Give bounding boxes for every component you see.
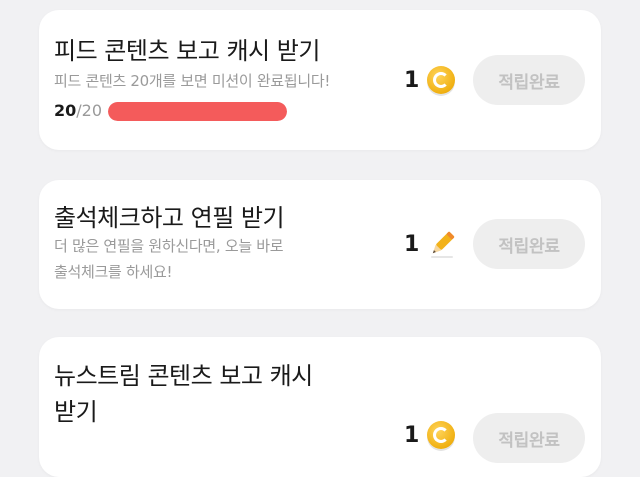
mission-title: 피드 콘텐츠 보고 캐시 받기 [54, 37, 320, 65]
mission-title-line2: 받기 [54, 398, 98, 426]
coin-icon [427, 421, 456, 449]
reward: 1 [404, 66, 456, 94]
mission-description: 피드 콘텐츠 20개를 보면 미션이 완료됩니다! [54, 72, 331, 90]
reward-count: 1 [404, 422, 420, 448]
mission-card-feed: 피드 콘텐츠 보고 캐시 받기 피드 콘텐츠 20개를 보면 미션이 완료됩니다… [39, 10, 601, 150]
mission-card-attendance: 출석체크하고 연필 받기 더 많은 연필을 원하신다면, 오늘 바로 출석체크를… [39, 180, 601, 309]
reward: 1 [404, 229, 457, 259]
mission-progress: 20 / 20 [54, 101, 288, 121]
mission-card-newsstream: 뉴스트림 콘텐츠 보고 캐시 받기 1 적립완료 [39, 337, 601, 477]
progress-current: 20 [54, 101, 77, 120]
mission-title-line1: 뉴스트림 콘텐츠 보고 캐시 [54, 362, 313, 390]
mission-title: 출석체크하고 연필 받기 [54, 204, 285, 232]
pencil-icon [431, 231, 455, 258]
reward-count: 1 [404, 67, 420, 93]
progress-bar [108, 101, 288, 121]
mission-description-line2: 출석체크를 하세요! [54, 263, 173, 281]
reward: 1 [404, 421, 456, 449]
reward-count: 1 [404, 231, 420, 257]
mission-description-line1: 더 많은 연필을 원하신다면, 오늘 바로 [54, 237, 284, 255]
claim-button[interactable]: 적립완료 [473, 219, 585, 269]
progress-bar-fill [108, 101, 288, 121]
claim-button[interactable]: 적립완료 [473, 413, 585, 463]
coin-icon [427, 66, 456, 94]
progress-total: 20 [81, 101, 103, 120]
claim-button[interactable]: 적립완료 [473, 55, 585, 105]
